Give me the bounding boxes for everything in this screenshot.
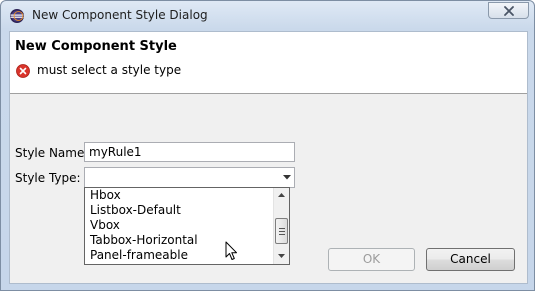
dropdown-scrollbar[interactable]	[273, 188, 289, 264]
cancel-button[interactable]: Cancel	[426, 248, 515, 271]
chevron-down-icon[interactable]	[283, 175, 291, 180]
dropdown-list: Hbox Listbox-Default Vbox Tabbox-Horizon…	[85, 188, 273, 264]
eclipse-icon	[9, 8, 25, 24]
close-icon	[504, 6, 514, 16]
close-button[interactable]	[488, 2, 529, 19]
style-type-combo[interactable]	[84, 167, 295, 188]
dropdown-item-vbox[interactable]: Vbox	[85, 218, 273, 233]
window-title: New Component Style Dialog	[32, 8, 208, 22]
scroll-up-arrow-icon[interactable]	[278, 193, 285, 197]
dialog-body: New Component Style must select a style …	[9, 31, 528, 284]
style-name-input[interactable]	[84, 142, 295, 162]
scrollbar-thumb[interactable]	[275, 218, 288, 244]
ok-button[interactable]: OK	[328, 248, 415, 271]
scroll-down-arrow-icon[interactable]	[278, 254, 285, 258]
dropdown-item-hbox[interactable]: Hbox	[85, 188, 273, 203]
dropdown-item-panel-frameable[interactable]: Panel-frameable	[85, 248, 273, 263]
error-message: must select a style type	[37, 63, 182, 77]
style-type-dropdown[interactable]: Hbox Listbox-Default Vbox Tabbox-Horizon…	[84, 187, 290, 265]
dialog-window: New Component Style Dialog New Component…	[0, 0, 535, 291]
title-bar[interactable]: New Component Style Dialog	[1, 1, 534, 30]
mouse-cursor-icon	[225, 241, 237, 260]
dropdown-item-listbox-default[interactable]: Listbox-Default	[85, 203, 273, 218]
dropdown-item-tabbox-horizontal[interactable]: Tabbox-Horizontal	[85, 233, 273, 248]
error-icon	[16, 64, 30, 78]
header-title: New Component Style	[15, 39, 177, 54]
style-name-label: Style Name:	[15, 146, 89, 160]
style-type-label: Style Type:	[15, 171, 81, 185]
dialog-header: New Component Style must select a style …	[10, 32, 527, 94]
